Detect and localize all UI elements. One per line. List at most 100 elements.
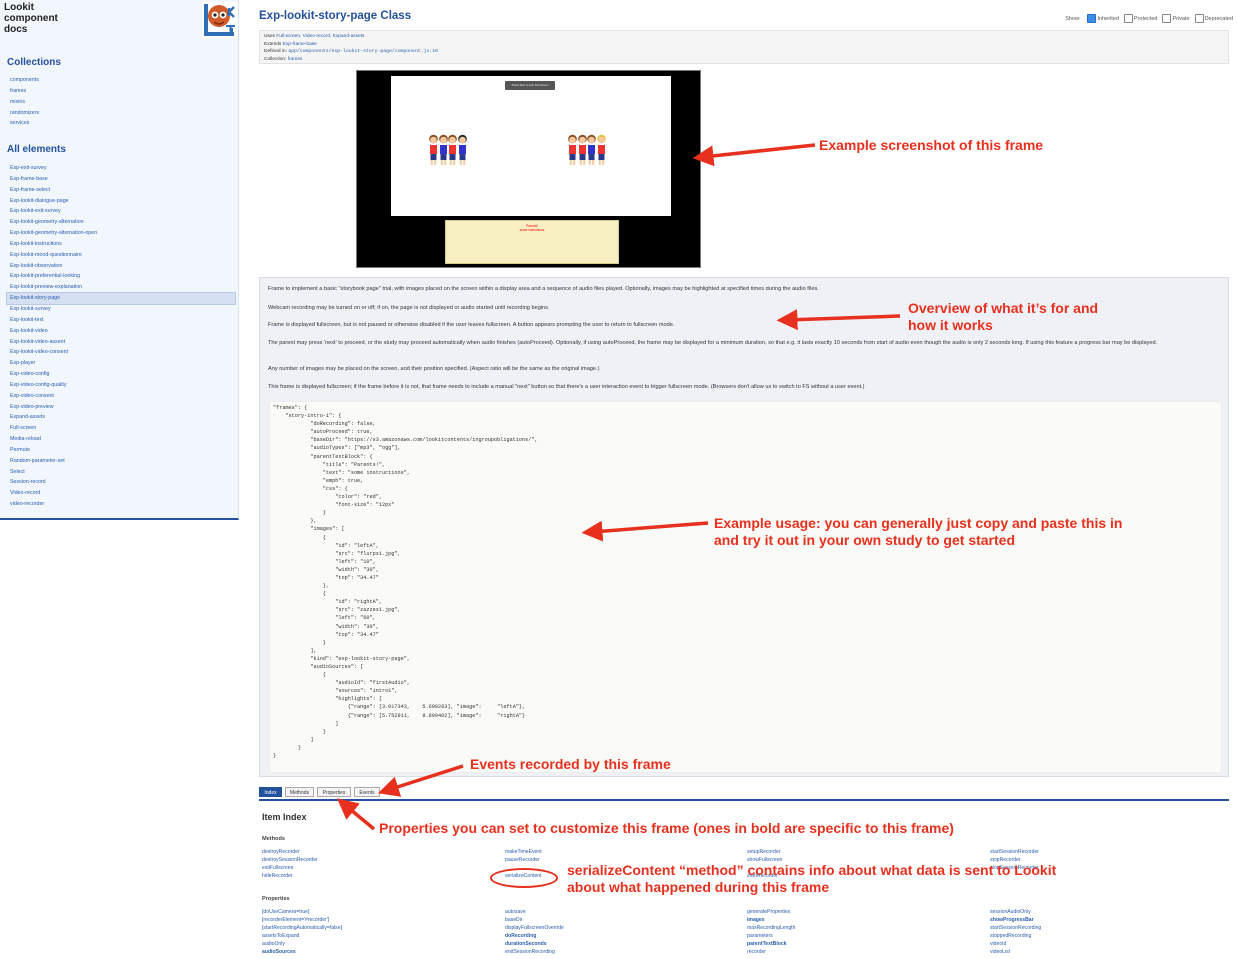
- index-item-link[interactable]: [recorderElement='#recorder']: [262, 916, 342, 924]
- uses-links[interactable]: Full-screen, Video-record, Expand-assets: [276, 34, 364, 39]
- index-item-link[interactable]: audioOnly: [262, 940, 342, 948]
- collection-row: Collection: frames: [264, 56, 303, 62]
- index-item-link[interactable]: pauseRecorder: [505, 856, 542, 864]
- element-link[interactable]: Random-parameter-set: [7, 456, 235, 467]
- index-item-link[interactable]: startSessionRecorder: [990, 848, 1039, 856]
- cartoon-child-image: [568, 134, 577, 165]
- tab-index[interactable]: Index: [259, 787, 282, 797]
- defined-row: Defined in: app/components/exp-lookit-st…: [264, 49, 438, 54]
- index-item-link[interactable]: showProgressBar: [990, 916, 1041, 924]
- properties-heading: Properties: [262, 896, 290, 902]
- collection-link[interactable]: randomizers: [7, 108, 235, 119]
- index-item-link[interactable]: maxRecordingLength: [747, 924, 795, 932]
- index-item-link[interactable]: parentTextBlock: [747, 940, 795, 948]
- element-link[interactable]: Exp-lookit-geometry-alternation: [7, 217, 235, 228]
- index-item-link[interactable]: sessionAudioOnly: [990, 908, 1041, 916]
- index-item-link[interactable]: makeTimeEvent: [505, 848, 542, 856]
- methods-heading: Methods: [262, 836, 285, 842]
- tab-events[interactable]: Events: [354, 787, 380, 797]
- element-link[interactable]: Exp-frame-select: [7, 185, 235, 196]
- collection-link[interactable]: components: [7, 75, 235, 86]
- site-title-line: docs: [4, 24, 28, 35]
- tab-properties[interactable]: Properties: [317, 787, 351, 797]
- element-link[interactable]: Video-record: [7, 488, 235, 499]
- index-item-link[interactable]: recorder: [747, 948, 795, 956]
- element-link[interactable]: Session-record: [7, 477, 235, 488]
- element-link[interactable]: Exp-lookit-video-assent: [7, 337, 235, 348]
- index-item-link[interactable]: baseDir: [505, 916, 564, 924]
- index-item-link[interactable]: videoList: [990, 948, 1041, 956]
- element-link[interactable]: Exp-video-config: [7, 369, 235, 380]
- element-link[interactable]: Exp-lookit-geometry-alternation-open: [7, 228, 235, 239]
- element-link[interactable]: Select: [7, 467, 235, 478]
- annotation-overview-line: how it works: [908, 317, 993, 333]
- index-item-link[interactable]: doRecording: [505, 932, 564, 940]
- element-link[interactable]: Exp-lookit-text: [7, 315, 235, 326]
- annotation-serialize-line: serializeContent “method” contains info …: [567, 862, 1057, 878]
- inherited-checkbox[interactable]: [1087, 14, 1097, 23]
- tab-methods[interactable]: Methods: [285, 787, 314, 797]
- index-item-link[interactable]: [doUseCamera=true]: [262, 908, 342, 916]
- cartoon-child-image: [429, 134, 438, 165]
- element-link[interactable]: Exp-lookit-exit-survey: [7, 206, 235, 217]
- index-item-link[interactable]: videoId: [990, 940, 1041, 948]
- element-link[interactable]: Exp-player: [7, 358, 235, 369]
- index-item-link[interactable]: [startRecordingAutomatically=false]: [262, 924, 342, 932]
- show-filter-bar: Show: Inherited Protected Private Deprecate…: [1065, 14, 1233, 23]
- element-link[interactable]: Exp-video-config-quality: [7, 380, 235, 391]
- index-item-link[interactable]: setupRecorder: [747, 848, 782, 856]
- collection-link[interactable]: frames: [288, 57, 303, 62]
- element-link[interactable]: Permute: [7, 445, 235, 456]
- screenshot-display-area: Press Esc to exit full screen: [391, 76, 671, 216]
- collection-link[interactable]: services: [7, 118, 235, 129]
- collection-link[interactable]: frames: [7, 86, 235, 97]
- element-link[interactable]: Exp-lookit-story-page: [6, 292, 236, 305]
- element-link[interactable]: Exp-lookit-preferential-looking: [7, 271, 235, 282]
- index-item-link[interactable]: destroySessionRecorder: [262, 856, 318, 864]
- screenshot-parent-text-block: Parents! some instructions: [445, 220, 619, 264]
- element-link[interactable]: Exp-video-consent: [7, 391, 235, 402]
- annotation-serialize: serializeContent “method” contains info …: [567, 862, 1056, 896]
- index-item-link[interactable]: assetsToExpand: [262, 932, 342, 940]
- site-title-line: Lookit: [4, 2, 34, 13]
- index-item-link[interactable]: stoppedRecording: [990, 932, 1041, 940]
- collection-link[interactable]: mixins: [7, 97, 235, 108]
- index-item-link[interactable]: generateProperties: [747, 908, 795, 916]
- protected-label: Protected: [1133, 15, 1158, 22]
- element-link[interactable]: Expand-assets: [7, 412, 235, 423]
- element-link[interactable]: Exp-lookit-instructions: [7, 239, 235, 250]
- index-item-link[interactable]: exitFullscreen: [262, 864, 318, 872]
- defined-link[interactable]: app/components/exp-lookit-story-page/com…: [288, 49, 438, 54]
- sidebar: Lookit component docs Collections compon…: [0, 0, 239, 520]
- protected-checkbox[interactable]: [1123, 14, 1133, 23]
- index-item-link[interactable]: parameters: [747, 932, 795, 940]
- index-item-link[interactable]: durationSeconds: [505, 940, 564, 948]
- element-link[interactable]: Media-reload: [7, 434, 235, 445]
- index-item-link[interactable]: images: [747, 916, 795, 924]
- element-link[interactable]: Exp-frame-base: [7, 174, 235, 185]
- element-link[interactable]: Exp-exit-survey: [7, 163, 235, 174]
- index-item-link[interactable]: displayFullscreenOverride: [505, 924, 564, 932]
- site-title-line: component: [4, 13, 58, 24]
- element-link[interactable]: Exp-lookit-observation: [7, 261, 235, 272]
- element-link[interactable]: Exp-lookit-mood-questionnaire: [7, 250, 235, 261]
- private-checkbox[interactable]: [1162, 14, 1172, 23]
- index-item-link[interactable]: autosave: [505, 908, 564, 916]
- site-title[interactable]: Lookit component docs: [4, 2, 58, 35]
- index-item-link[interactable]: destroyRecorder: [262, 848, 318, 856]
- element-link[interactable]: Exp-lookit-video: [7, 326, 235, 337]
- index-item-link[interactable]: audioSources: [262, 948, 342, 956]
- extends-link[interactable]: Exp-frame-base: [283, 42, 317, 47]
- element-link[interactable]: Exp-lookit-dialogue-page: [7, 196, 235, 207]
- element-link[interactable]: video-recorder: [7, 499, 235, 510]
- element-link[interactable]: Exp-video-preview: [7, 402, 235, 413]
- element-link[interactable]: Exp-lookit-survey: [7, 304, 235, 315]
- element-link[interactable]: Exp-lookit-preview-explanation: [7, 282, 235, 293]
- lookit-logo-icon[interactable]: [202, 2, 238, 38]
- index-item-link[interactable]: endSessionRecording: [505, 948, 564, 956]
- deprecated-checkbox[interactable]: [1194, 14, 1204, 23]
- index-item-link[interactable]: startSessionRecording: [990, 924, 1041, 932]
- index-item-link[interactable]: hideRecorder: [262, 872, 318, 880]
- element-link[interactable]: Full-screen: [7, 423, 235, 434]
- element-link[interactable]: Exp-lookit-video-consent: [7, 347, 235, 358]
